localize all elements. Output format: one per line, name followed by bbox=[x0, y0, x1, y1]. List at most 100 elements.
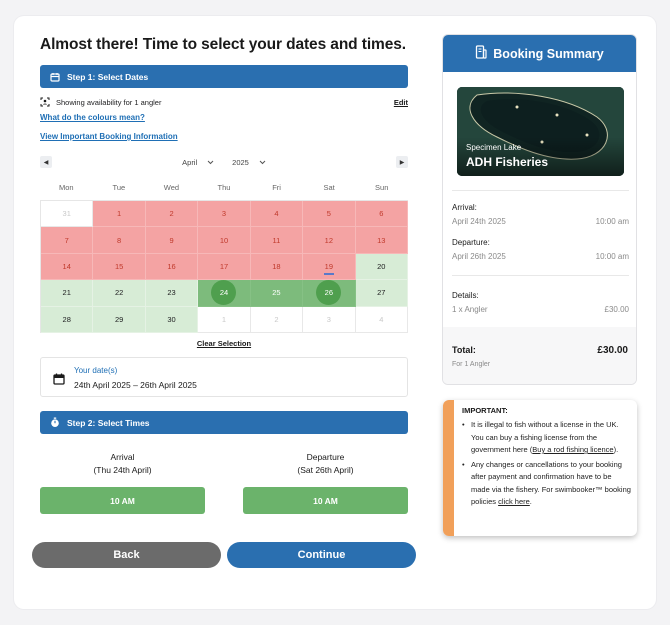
arrival-summary-date: April 24th 2025 bbox=[452, 217, 506, 226]
arrival-heading: Arrival (Thu 24th April) bbox=[40, 451, 205, 477]
divider bbox=[452, 190, 629, 191]
calendar-day: 4 bbox=[250, 201, 304, 228]
important-heading: IMPORTANT: bbox=[462, 406, 508, 415]
list-item: Any changes or cancellations to your boo… bbox=[462, 459, 632, 509]
summary-title: Booking Summary bbox=[493, 46, 604, 61]
calendar-day: 13 bbox=[355, 227, 408, 254]
availability-text: Showing availability for 1 angler bbox=[56, 97, 162, 107]
calendar-day: 8 bbox=[93, 227, 146, 254]
departure-summary-date: April 26th 2025 bbox=[452, 252, 506, 261]
venue-subtitle: Specimen Lake bbox=[466, 143, 522, 152]
calendar-day: 2 bbox=[250, 306, 304, 333]
day-number: 8 bbox=[117, 235, 122, 245]
clear-selection-link[interactable]: Clear Selection bbox=[40, 339, 408, 348]
fishing-licence-link[interactable]: Buy a rod fishing licence bbox=[532, 445, 613, 454]
calendar-day: 2 bbox=[145, 201, 199, 228]
calendar-day: 1 bbox=[93, 201, 146, 228]
calendar-day[interactable]: 22 bbox=[93, 280, 146, 307]
day-number: 20 bbox=[377, 261, 386, 271]
venue-name: ADH Fisheries bbox=[466, 155, 549, 169]
day-number: 1 bbox=[221, 314, 227, 324]
day-number: 17 bbox=[219, 261, 229, 271]
calendar-day[interactable]: 30 bbox=[145, 306, 199, 333]
year-value: 2025 bbox=[232, 157, 249, 167]
day-number: 31 bbox=[62, 209, 71, 219]
day-number: 2 bbox=[274, 314, 279, 324]
calendar-day-selected-start[interactable]: 24 bbox=[198, 280, 251, 307]
month-value: April bbox=[182, 157, 198, 167]
total-value: £30.00 bbox=[597, 345, 628, 356]
day-number: 13 bbox=[377, 235, 386, 245]
arrival-label: Arrival: bbox=[452, 203, 477, 212]
departure-title: Departure bbox=[306, 452, 345, 462]
arrival-time-button[interactable]: 10 AM bbox=[40, 487, 205, 514]
calendar-day[interactable]: 20 bbox=[355, 253, 408, 281]
chevron-down-icon bbox=[259, 158, 266, 167]
day-number: 28 bbox=[62, 314, 71, 324]
day-number: 26 bbox=[316, 280, 342, 306]
calendar-icon bbox=[53, 372, 65, 385]
day-number: 27 bbox=[377, 288, 386, 298]
calendar-day: 16 bbox=[145, 253, 199, 281]
calendar-day: 31 bbox=[41, 201, 94, 228]
day-number: 10 bbox=[219, 235, 229, 245]
day-number: 21 bbox=[62, 288, 71, 298]
availability-row: Showing availability for 1 angler Edit bbox=[40, 96, 408, 108]
notice-text: . bbox=[529, 497, 532, 506]
day-number: 6 bbox=[379, 209, 384, 219]
arrival-title: Arrival bbox=[110, 452, 135, 462]
calendar-grid: 31 1 2 3 4 5 6 7 8 9 10 11 12 13 14 15 16 17 18 19 20 21 22 23 2… bbox=[40, 200, 408, 333]
selected-dates-box: Your date(s) 24th April 2025 – 26th Apri… bbox=[40, 357, 408, 397]
details-label: Details: bbox=[452, 291, 479, 300]
page-title: Almost there! Time to select your dates … bbox=[40, 36, 406, 53]
colours-help-link[interactable]: What do the colours mean? bbox=[40, 113, 145, 122]
month-select[interactable]: April bbox=[182, 158, 214, 167]
scan-user-icon bbox=[40, 97, 50, 107]
departure-row: April 26th 2025 10:00 am bbox=[452, 252, 629, 261]
back-button[interactable]: Back bbox=[32, 542, 221, 568]
edit-anglers-link[interactable]: Edit bbox=[394, 98, 408, 107]
calendar-icon bbox=[49, 71, 61, 83]
continue-button[interactable]: Continue bbox=[227, 542, 416, 568]
calendar-day[interactable]: 25 bbox=[250, 280, 304, 307]
day-number: 19 bbox=[324, 261, 334, 271]
day-number: 30 bbox=[167, 314, 176, 324]
today-marker bbox=[323, 273, 334, 276]
day-number: 9 bbox=[169, 235, 174, 245]
day-number: 15 bbox=[114, 261, 124, 271]
notice-text: ). bbox=[613, 445, 619, 454]
warning-stripe bbox=[443, 400, 454, 536]
step2-header: Step 2: Select Times bbox=[40, 411, 408, 434]
weekday-label: Thu bbox=[217, 183, 231, 192]
arrival-row: April 24th 2025 10:00 am bbox=[452, 217, 629, 226]
calendar-day-selected-end[interactable]: 26 bbox=[303, 280, 356, 307]
weekday-label: Fri bbox=[272, 183, 281, 192]
calendar-header: ◀ April 2025 ▶ bbox=[40, 155, 408, 169]
calendar-day[interactable]: 28 bbox=[41, 306, 94, 333]
next-month-button[interactable]: ▶ bbox=[396, 156, 408, 168]
important-notice: IMPORTANT: It is illegal to fish without… bbox=[443, 400, 637, 536]
year-select[interactable]: 2025 bbox=[232, 158, 266, 167]
calendar-day: 7 bbox=[41, 227, 94, 254]
venue-image: Specimen Lake ADH Fisheries bbox=[457, 87, 624, 176]
calendar-day: 11 bbox=[250, 227, 304, 254]
booking-info-link[interactable]: View Important Booking Information bbox=[40, 132, 178, 141]
calendar-day[interactable]: 29 bbox=[93, 306, 146, 333]
weekday-label: Mon bbox=[58, 183, 74, 192]
prev-month-button[interactable]: ◀ bbox=[40, 156, 52, 168]
day-number: 18 bbox=[272, 261, 281, 271]
calendar-day: 18 bbox=[250, 253, 304, 281]
calendar-day[interactable]: 27 bbox=[355, 280, 408, 307]
important-list: It is illegal to fish without a license … bbox=[462, 419, 632, 511]
day-number: 12 bbox=[324, 235, 334, 245]
departure-summary-time: 10:00 am bbox=[595, 252, 629, 261]
step1-label: Step 1: Select Dates bbox=[67, 71, 149, 82]
calendar-day: 3 bbox=[198, 201, 251, 228]
calendar-day: 6 bbox=[355, 201, 408, 228]
departure-time-button[interactable]: 10 AM bbox=[243, 487, 408, 514]
calendar-day[interactable]: 21 bbox=[41, 280, 94, 307]
booking-policies-link[interactable]: click here bbox=[498, 497, 530, 506]
day-number: 7 bbox=[64, 235, 69, 245]
calendar-day: 9 bbox=[145, 227, 199, 254]
calendar-day[interactable]: 23 bbox=[145, 280, 199, 307]
